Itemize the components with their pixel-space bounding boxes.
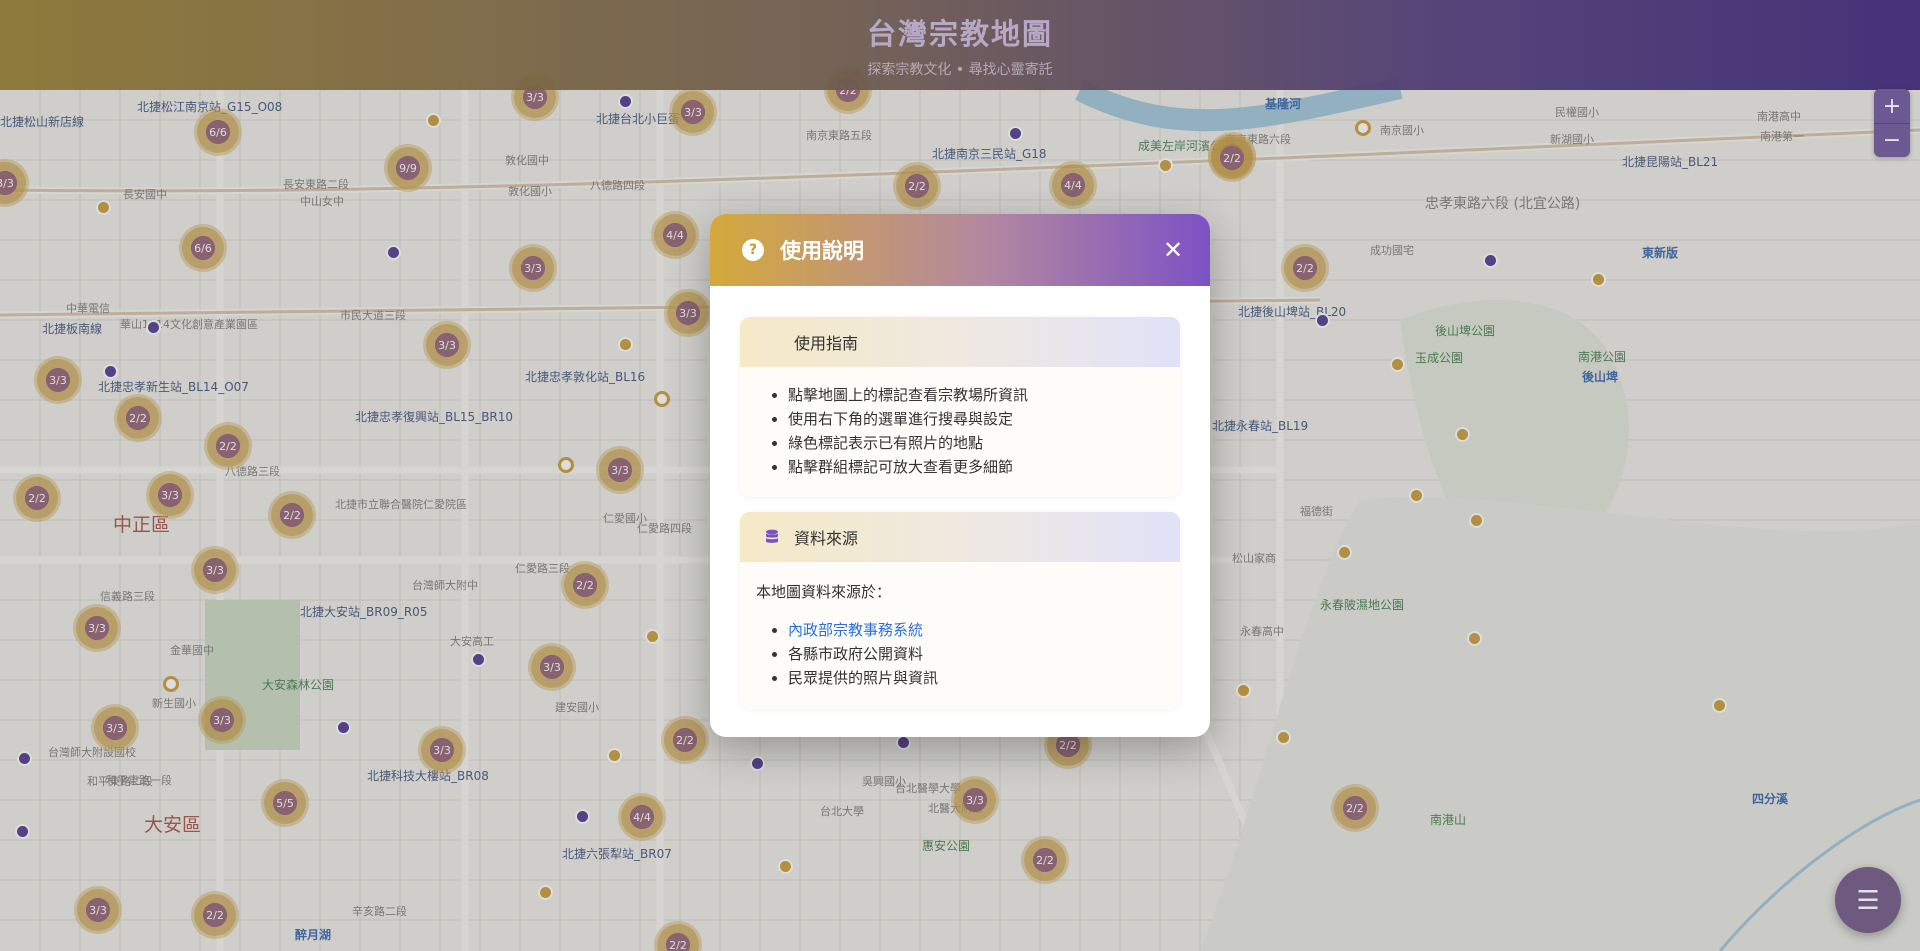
modal-header: ? 使用說明 ✕ <box>710 214 1210 286</box>
source-link-moi[interactable]: 內政部宗教事務系統 <box>788 621 923 639</box>
guide-section: 使用指南 點擊地圖上的標記查看宗教場所資訊 使用右下角的選單進行搜尋與設定 綠色… <box>740 317 1180 497</box>
database-icon <box>764 529 780 545</box>
list-item: 內政部宗教事務系統 <box>788 618 1180 642</box>
sources-list: 內政部宗教事務系統 各縣市政府公開資料 民眾提供的照片與資訊 <box>740 604 1180 690</box>
guide-list: 點擊地圖上的標記查看宗教場所資訊 使用右下角的選單進行搜尋與設定 綠色標記表示已… <box>740 367 1180 479</box>
guide-icon <box>764 334 780 350</box>
guide-section-title: 使用指南 <box>794 334 859 353</box>
list-item: 點擊地圖上的標記查看宗教場所資訊 <box>788 383 1180 407</box>
menu-button[interactable]: ☰ <box>1835 867 1901 933</box>
app-header: 台灣宗教地圖 探索宗教文化 • 尋找心靈寄託 <box>0 0 1920 90</box>
list-item: 使用右下角的選單進行搜尋與設定 <box>788 407 1180 431</box>
guide-section-header: 使用指南 <box>740 317 1180 367</box>
app-subtitle: 探索宗教文化 • 尋找心靈寄託 <box>867 62 1053 78</box>
zoom-in-button[interactable]: + <box>1874 89 1910 123</box>
sources-section: 資料來源 本地圖資料來源於： 內政部宗教事務系統 各縣市政府公開資料 民眾提供的… <box>740 512 1180 709</box>
zoom-out-button[interactable]: − <box>1874 123 1910 157</box>
list-item: 綠色標記表示已有照片的地點 <box>788 431 1180 455</box>
sources-section-header: 資料來源 <box>740 512 1180 562</box>
sources-section-title: 資料來源 <box>794 529 859 548</box>
list-item: 民眾提供的照片與資訊 <box>788 666 1180 690</box>
close-button[interactable]: ✕ <box>1158 235 1188 265</box>
help-modal: ? 使用說明 ✕ 使用指南 點擊地圖上的標記查看宗教場所資訊 使用右下角的選單進… <box>710 214 1210 737</box>
list-item: 各縣市政府公開資料 <box>788 642 1180 666</box>
zoom-control: + − <box>1874 89 1910 157</box>
question-circle-icon: ? <box>742 239 764 261</box>
app-title: 台灣宗教地圖 <box>866 17 1053 51</box>
modal-title: 使用說明 <box>780 239 864 263</box>
menu-icon: ☰ <box>1856 884 1880 915</box>
list-item: 點擊群組標記可放大查看更多細節 <box>788 455 1180 479</box>
sources-intro: 本地圖資料來源於： <box>756 583 892 601</box>
